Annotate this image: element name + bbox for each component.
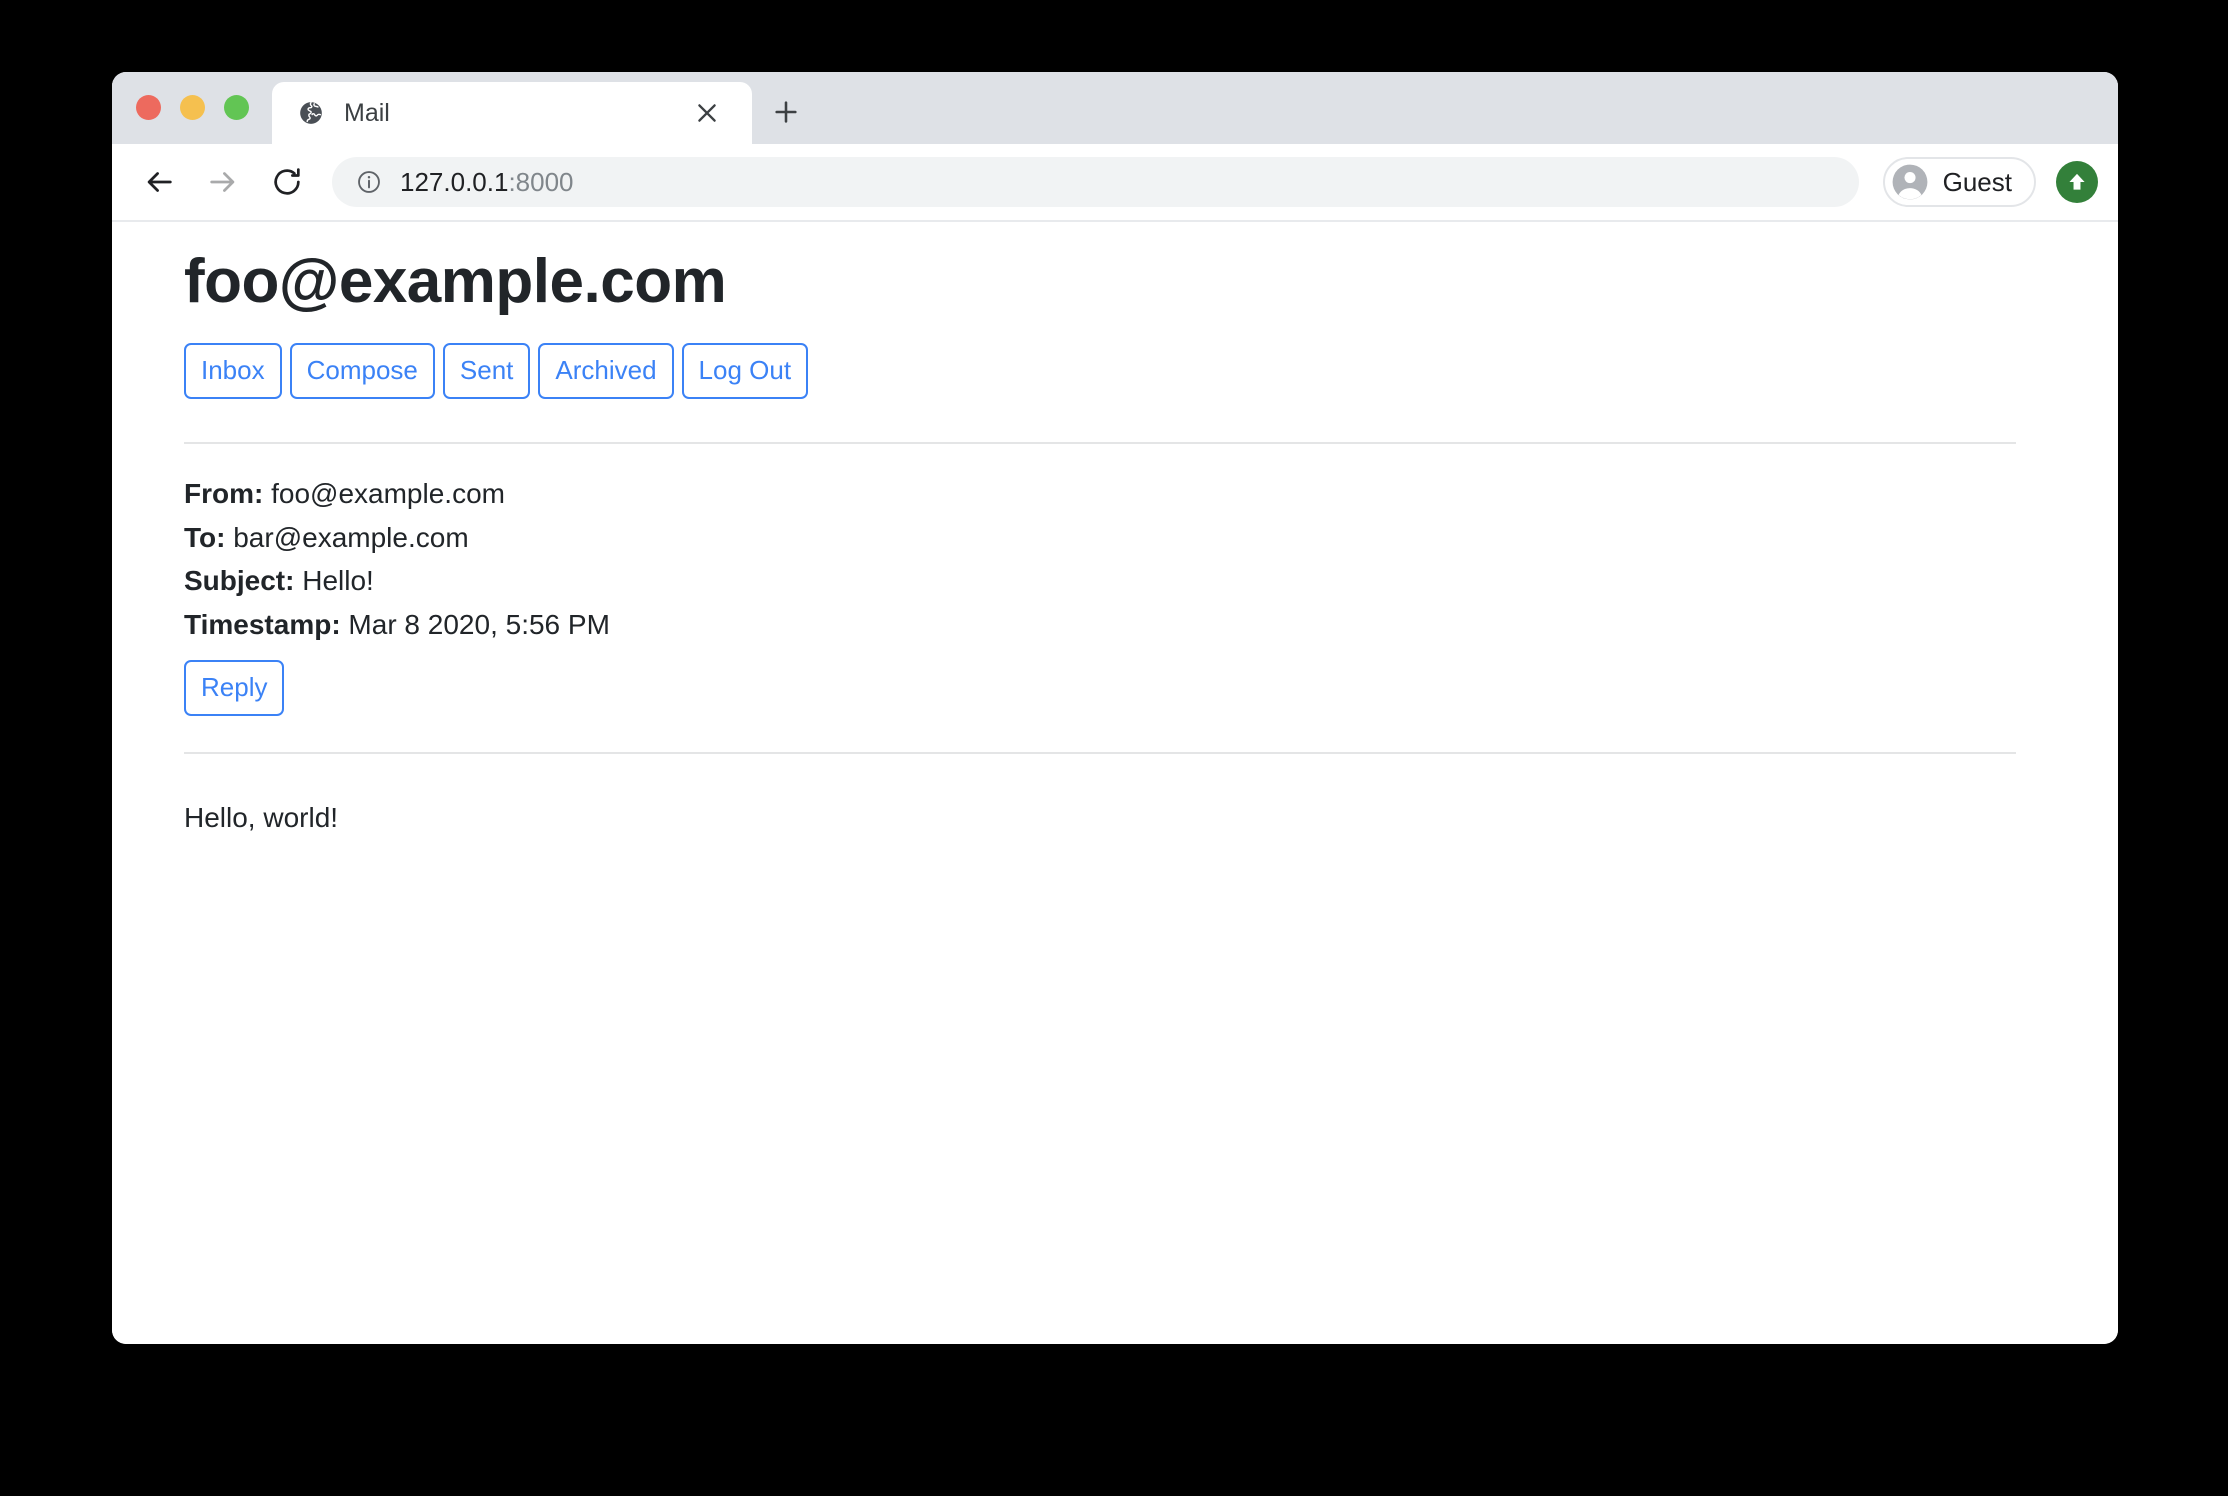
tab-strip: Mail xyxy=(272,82,806,144)
reply-button-row: Reply xyxy=(184,659,2016,716)
browser-tab-title: Mail xyxy=(344,98,390,127)
browser-window: Mail 127.0.0.1:8000 Guest foo@example.co… xyxy=(112,72,2118,1344)
browser-toolbar: 127.0.0.1:8000 Guest xyxy=(112,144,2118,222)
update-button[interactable] xyxy=(2056,161,2098,203)
profile-name: Guest xyxy=(1942,166,2012,197)
info-icon[interactable] xyxy=(356,169,382,195)
browser-tab-mail[interactable]: Mail xyxy=(272,82,752,144)
forward-button[interactable] xyxy=(198,157,248,207)
email-to-label: To: xyxy=(184,521,226,553)
close-window-button[interactable] xyxy=(136,95,161,120)
nav-archived-button[interactable]: Archived xyxy=(538,343,674,400)
nav-sent-button[interactable]: Sent xyxy=(442,343,531,400)
email-details: From: foo@example.com To: bar@example.co… xyxy=(184,444,2016,716)
email-to-value: bar@example.com xyxy=(233,521,469,553)
close-icon[interactable] xyxy=(694,100,720,126)
email-body: Hello, world! xyxy=(184,801,339,833)
arrow-left-icon xyxy=(147,172,172,192)
reply-button[interactable]: Reply xyxy=(184,659,285,716)
mailbox-nav: Inbox Compose Sent Archived Log Out xyxy=(184,343,2016,400)
email-subject-label: Subject: xyxy=(184,565,295,597)
maximize-window-button[interactable] xyxy=(224,95,249,120)
new-tab-button[interactable] xyxy=(766,92,806,132)
profile-button[interactable]: Guest xyxy=(1882,157,2036,207)
globe-icon xyxy=(300,101,322,124)
reload-button[interactable] xyxy=(262,157,312,207)
url-bar[interactable]: 127.0.0.1:8000 xyxy=(332,157,1859,207)
email-subject-value: Hello! xyxy=(302,565,374,597)
nav-log-out-button[interactable]: Log Out xyxy=(681,343,809,400)
minimize-window-button[interactable] xyxy=(180,95,205,120)
nav-inbox-button[interactable]: Inbox xyxy=(184,343,282,400)
back-button[interactable] xyxy=(134,157,184,207)
email-from-label: From: xyxy=(184,478,264,510)
page-content: foo@example.com Inbox Compose Sent Archi… xyxy=(112,222,2118,1344)
reload-icon xyxy=(274,168,300,195)
email-subject-row: Subject: Hello! xyxy=(184,561,2016,602)
nav-compose-button[interactable]: Compose xyxy=(289,343,435,400)
email-to-row: To: bar@example.com xyxy=(184,518,2016,559)
account-circle-icon xyxy=(1892,164,1928,200)
email-timestamp-label: Timestamp: xyxy=(184,609,341,641)
arrow-right-icon xyxy=(210,172,235,192)
arrow-up-icon xyxy=(2069,173,2085,190)
email-from-value: foo@example.com xyxy=(271,478,505,510)
url-host: 127.0.0.1 xyxy=(400,166,509,197)
traffic-lights xyxy=(136,95,249,120)
page-title: foo@example.com xyxy=(184,247,727,316)
url-text: 127.0.0.1:8000 xyxy=(400,167,574,198)
email-timestamp-value: Mar 8 2020, 5:56 PM xyxy=(348,609,610,641)
url-port: :8000 xyxy=(508,166,574,197)
email-timestamp-row: Timestamp: Mar 8 2020, 5:56 PM xyxy=(184,605,2016,646)
tab-bar: Mail xyxy=(112,72,2118,144)
email-from-row: From: foo@example.com xyxy=(184,474,2016,515)
plus-icon xyxy=(775,101,797,123)
